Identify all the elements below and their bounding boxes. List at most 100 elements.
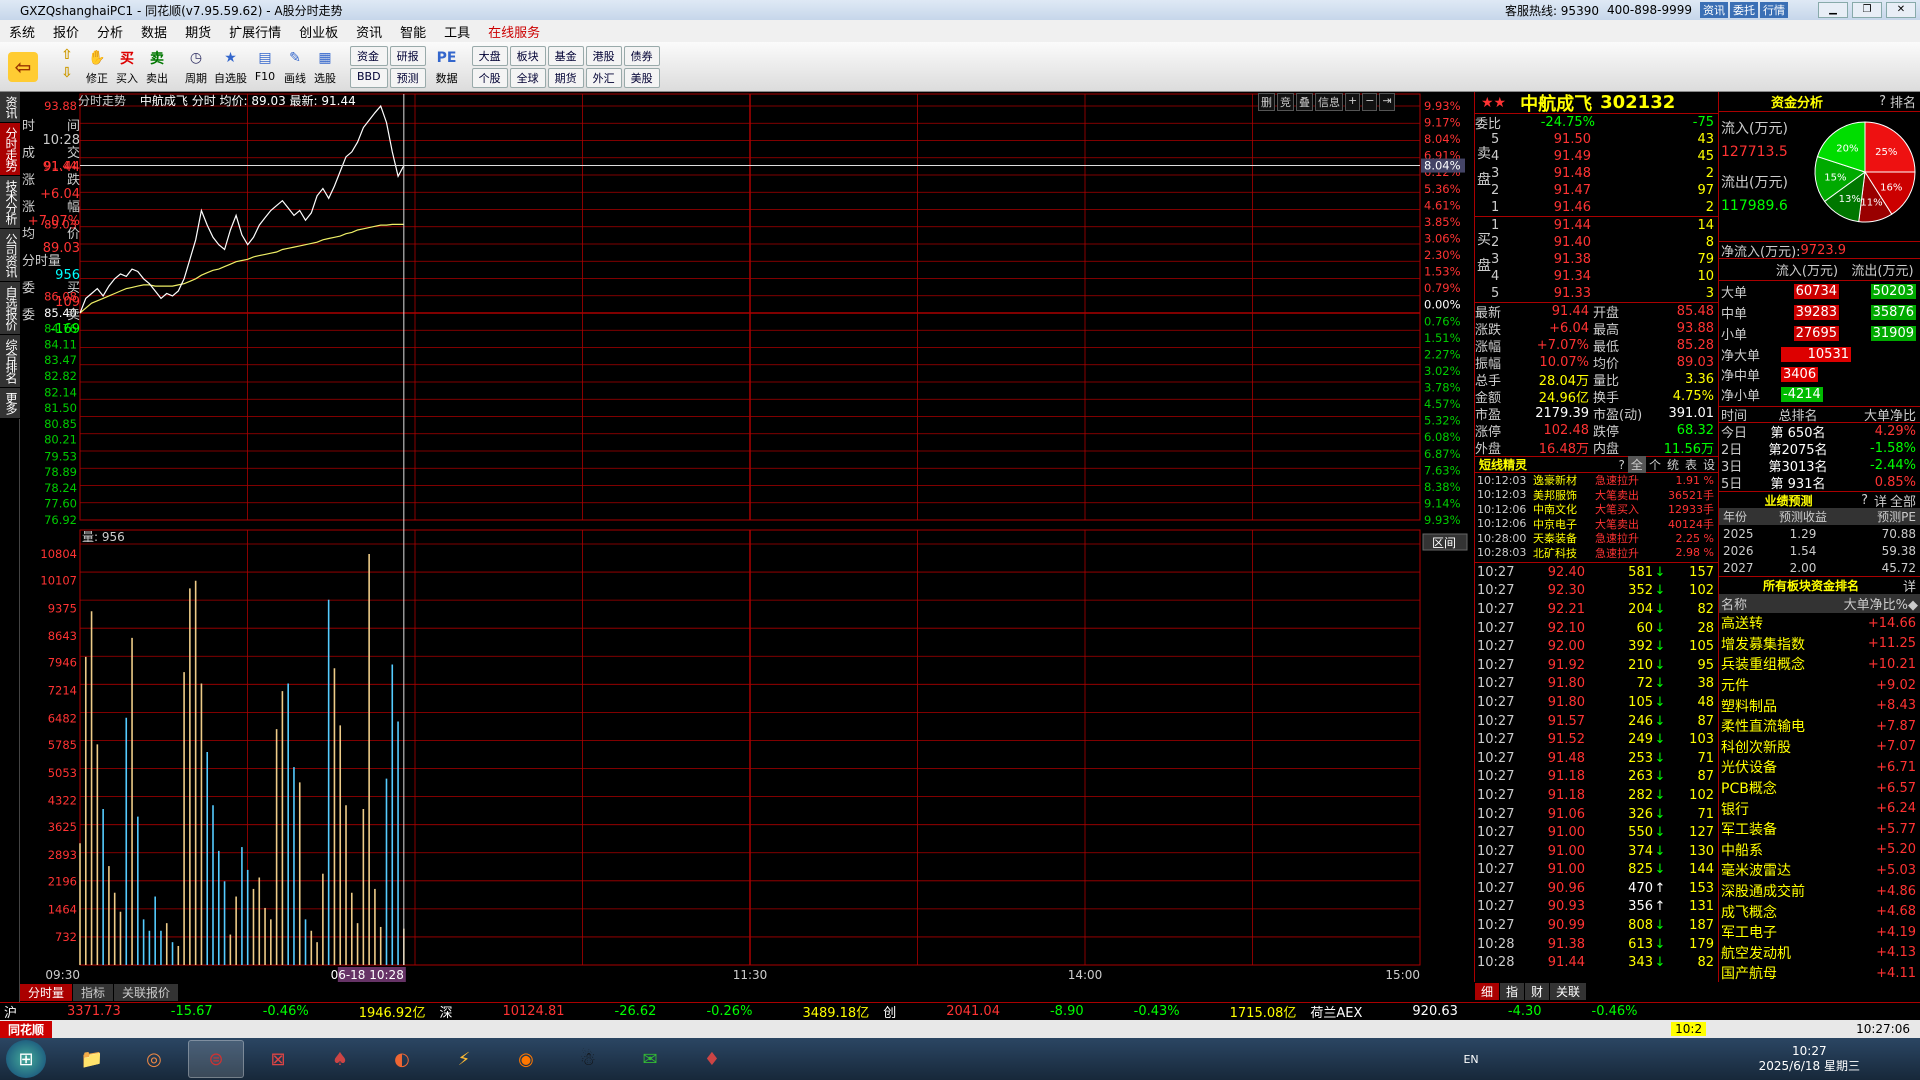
sprite-row[interactable]: 10:28:03 北矿科技 急速拉升 2.98 % <box>1475 546 1718 561</box>
index-name[interactable]: 创 <box>883 1002 896 1021</box>
sprite-tab[interactable]: 个 <box>1646 456 1664 473</box>
chart-tool-2[interactable]: 叠 <box>1296 93 1313 111</box>
taskbar-app-4[interactable]: ♠ <box>312 1040 368 1078</box>
help-icon[interactable]: ? <box>1875 94 1890 109</box>
maximize-button[interactable]: ❐ <box>1852 2 1882 18</box>
sprite-tab[interactable]: ? <box>1616 458 1628 472</box>
taskbar-app-7[interactable]: ◉ <box>498 1040 554 1078</box>
us-button[interactable]: 美股 <box>623 68 660 88</box>
futures-button[interactable]: 期货 <box>547 68 584 88</box>
menu-1[interactable]: 报价 <box>44 22 88 41</box>
bottom-tab-2[interactable]: 关联报价 <box>114 984 180 1001</box>
quote-bottom-tab[interactable]: 财 <box>1525 983 1550 1000</box>
minimize-button[interactable]: ▁ <box>1818 2 1848 18</box>
sell-level[interactable]: 5 91.50 43 <box>1475 131 1718 148</box>
sell-level[interactable]: 3 91.48 2 <box>1475 165 1718 182</box>
left-tab-0[interactable]: 资讯 <box>0 92 20 123</box>
sprite-tab[interactable]: 表 <box>1682 456 1700 473</box>
left-tab-5[interactable]: 综合排名 <box>0 335 20 388</box>
taskbar-app-3[interactable]: ⊠ <box>250 1040 306 1078</box>
sprite-tab[interactable]: 统 <box>1664 456 1682 473</box>
sector-row[interactable]: 深股通成交前 +4.86 <box>1719 881 1920 902</box>
sector-row[interactable]: 塑料制品 +8.43 <box>1719 695 1920 716</box>
bottom-tab-0[interactable]: 分时量 <box>20 984 74 1001</box>
bottom-tab-1[interactable]: 指标 <box>73 984 115 1001</box>
forecast-button[interactable]: 预测 <box>389 68 426 88</box>
global-button[interactable]: 全球 <box>509 68 546 88</box>
menu-4[interactable]: 期货 <box>176 22 220 41</box>
fund-analysis-title[interactable]: 资金分析 <box>1719 92 1875 111</box>
sprite-tab[interactable]: 全 <box>1627 456 1646 473</box>
stock-button[interactable]: 个股 <box>471 68 508 88</box>
region-button[interactable]: 区间 <box>1422 533 1468 551</box>
menu-9[interactable]: 工具 <box>435 22 479 41</box>
sector-row[interactable]: 国产航母 +4.11 <box>1719 963 1920 984</box>
chart-tool-1[interactable]: 竞 <box>1277 93 1294 111</box>
back-button[interactable]: ⇦ <box>8 52 38 82</box>
market-button[interactable]: 大盘 <box>471 46 508 66</box>
menu-5[interactable]: 扩展行情 <box>220 22 290 41</box>
sell-level[interactable]: 1 91.46 2 <box>1475 199 1718 216</box>
sprite-tab[interactable]: 设 <box>1700 456 1718 473</box>
taskbar-app-8[interactable]: ☃ <box>560 1040 616 1078</box>
menu-3[interactable]: 数据 <box>132 22 176 41</box>
menu-10[interactable]: 在线服务 <box>479 22 549 41</box>
left-tab-4[interactable]: 自选报价 <box>0 282 20 335</box>
fund2-button[interactable]: 基金 <box>547 46 584 66</box>
favorite-stars[interactable]: ★★ <box>1481 95 1506 111</box>
buy-level[interactable]: 5 91.33 3 <box>1475 285 1718 302</box>
period-button[interactable]: ◷ 周期 <box>184 46 208 86</box>
buy-button[interactable]: 买买入 <box>115 46 139 86</box>
buy-level[interactable]: 2 91.40 8 <box>1475 234 1718 251</box>
ime-indicator[interactable]: EN <box>1463 1053 1478 1066</box>
sprite-row[interactable]: 10:12:06 中南文化 大笔买入 12933手 <box>1475 502 1718 517</box>
bbd-button[interactable]: BBD <box>350 68 388 88</box>
taskbar-app-9[interactable]: ✉ <box>622 1040 678 1078</box>
rank-row[interactable]: 5日第 931名 0.85% <box>1719 474 1920 492</box>
sector-button[interactable]: 板块 <box>509 46 546 66</box>
news-button[interactable]: 资讯 <box>1700 2 1728 18</box>
menu-2[interactable]: 分析 <box>88 22 132 41</box>
left-tab-6[interactable]: 更多 <box>0 388 20 419</box>
sprite-row[interactable]: 10:12:03 美邦服饰 大笔卖出 36521手 <box>1475 488 1718 503</box>
buy-level[interactable]: 3 91.38 79 <box>1475 251 1718 268</box>
left-tab-1[interactable]: 分时走势 <box>0 123 20 176</box>
sector-row[interactable]: 科创次新股 +7.07 <box>1719 737 1920 758</box>
sector-row[interactable]: 军工电子 +4.19 <box>1719 922 1920 943</box>
left-tab-3[interactable]: 公司资讯 <box>0 229 20 282</box>
sector-row[interactable]: 成飞概念 +4.68 <box>1719 901 1920 922</box>
sector-row[interactable]: 光伏设备 +6.71 <box>1719 757 1920 778</box>
buy-level[interactable]: 4 91.34 10 <box>1475 268 1718 285</box>
sell-button[interactable]: 卖卖出 <box>145 46 169 86</box>
fund-button[interactable]: 资金 <box>350 46 388 66</box>
rank-row[interactable]: 2日 第2075名 -1.58% <box>1719 440 1920 458</box>
quote-bottom-tab[interactable]: 关联 <box>1550 983 1587 1000</box>
sector-row[interactable]: 高送转 +14.66 <box>1719 613 1920 634</box>
sector-row[interactable]: 军工装备 +5.77 <box>1719 819 1920 840</box>
chart-tool-6[interactable]: ⇥ <box>1379 93 1395 111</box>
chart-tool-4[interactable]: + <box>1345 93 1361 111</box>
sprite-row[interactable]: 10:12:03 逸豪新材 急速拉升 1.91 % <box>1475 473 1718 488</box>
sector-row[interactable]: PCB概念 +6.57 <box>1719 778 1920 799</box>
sector-detail-button[interactable]: 详 <box>1903 576 1920 595</box>
rank-row[interactable]: 3日 第3013名 -2.44% <box>1719 457 1920 475</box>
index-name[interactable]: 荷兰AEX <box>1310 1002 1362 1021</box>
hk-button[interactable]: 港股 <box>585 46 622 66</box>
bond-button[interactable]: 债券 <box>623 46 660 66</box>
taskbar-app-2[interactable]: ⊜ <box>188 1040 244 1078</box>
taskbar-app-5[interactable]: ◐ <box>374 1040 430 1078</box>
sector-row[interactable]: 航空发动机 +4.13 <box>1719 943 1920 964</box>
close-button[interactable]: ✕ <box>1886 2 1916 18</box>
rank-row[interactable]: 今日第 650名 4.29% <box>1719 423 1920 441</box>
sector-row[interactable]: 兵装重组概念 +10.21 <box>1719 654 1920 675</box>
chart-tool-5[interactable]: − <box>1362 93 1378 111</box>
start-button[interactable]: ⊞ <box>6 1040 46 1078</box>
menu-0[interactable]: 系统 <box>0 22 44 41</box>
watchlist-button[interactable]: ★ 自选股 <box>214 46 247 86</box>
index-name[interactable]: 沪 <box>4 1002 17 1021</box>
menu-8[interactable]: 智能 <box>391 22 435 41</box>
left-tab-2[interactable]: 技术分析 <box>0 176 20 229</box>
buy-level[interactable]: 1 91.44 14 <box>1475 217 1718 234</box>
fx-button[interactable]: 外汇 <box>585 68 622 88</box>
sector-row[interactable]: 增发募集指数 +11.25 <box>1719 634 1920 655</box>
